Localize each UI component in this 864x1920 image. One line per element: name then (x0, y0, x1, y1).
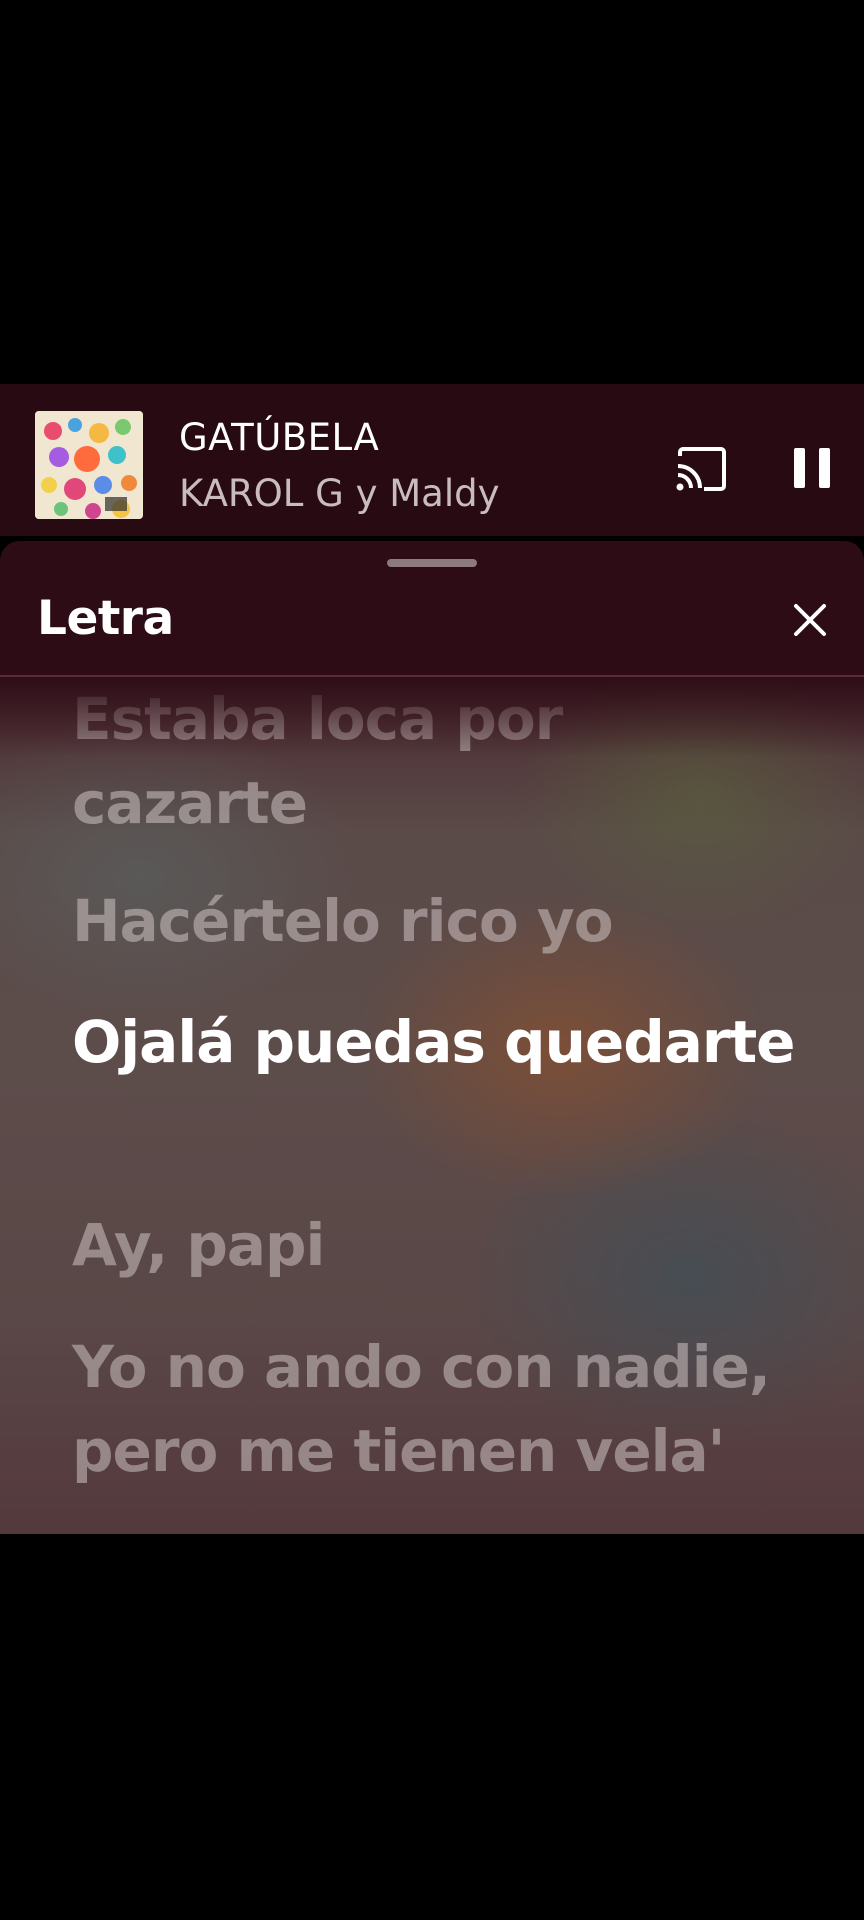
close-icon (794, 604, 826, 636)
album-cover-image (35, 411, 143, 519)
lyric-line[interactable]: Ay, papi (72, 1203, 812, 1287)
cast-button[interactable] (674, 446, 730, 492)
pause-icon (794, 448, 830, 488)
lyrics-sheet-header: Letra (0, 541, 864, 677)
now-playing-bar[interactable]: GATÚBELA KAROL G y Maldy (0, 384, 864, 536)
close-button[interactable] (786, 596, 834, 644)
pause-button[interactable] (788, 442, 836, 494)
song-title[interactable]: GATÚBELA (179, 416, 379, 459)
lyrics-title: Letra (37, 591, 174, 646)
lyrics-sheet: Letra Estaba loca por cazarte Hacértelo … (0, 541, 864, 1534)
cast-icon (676, 447, 726, 491)
lyrics-list[interactable]: Estaba loca por cazarte Hacértelo rico y… (0, 677, 864, 1534)
drag-handle[interactable] (387, 559, 477, 567)
lyric-line[interactable]: Yo no ando con nadie, pero me tienen vel… (72, 1325, 812, 1493)
song-artist[interactable]: KAROL G y Maldy (179, 472, 499, 515)
lyric-line-current[interactable]: Ojalá puedas quedarte (72, 1000, 812, 1084)
album-art[interactable] (35, 411, 143, 519)
lyric-line[interactable]: Hacértelo rico yo (72, 879, 812, 963)
lyric-line[interactable]: Estaba loca por cazarte (72, 677, 812, 845)
screen: GATÚBELA KAROL G y Maldy Letra Estaba lo… (0, 0, 864, 1920)
